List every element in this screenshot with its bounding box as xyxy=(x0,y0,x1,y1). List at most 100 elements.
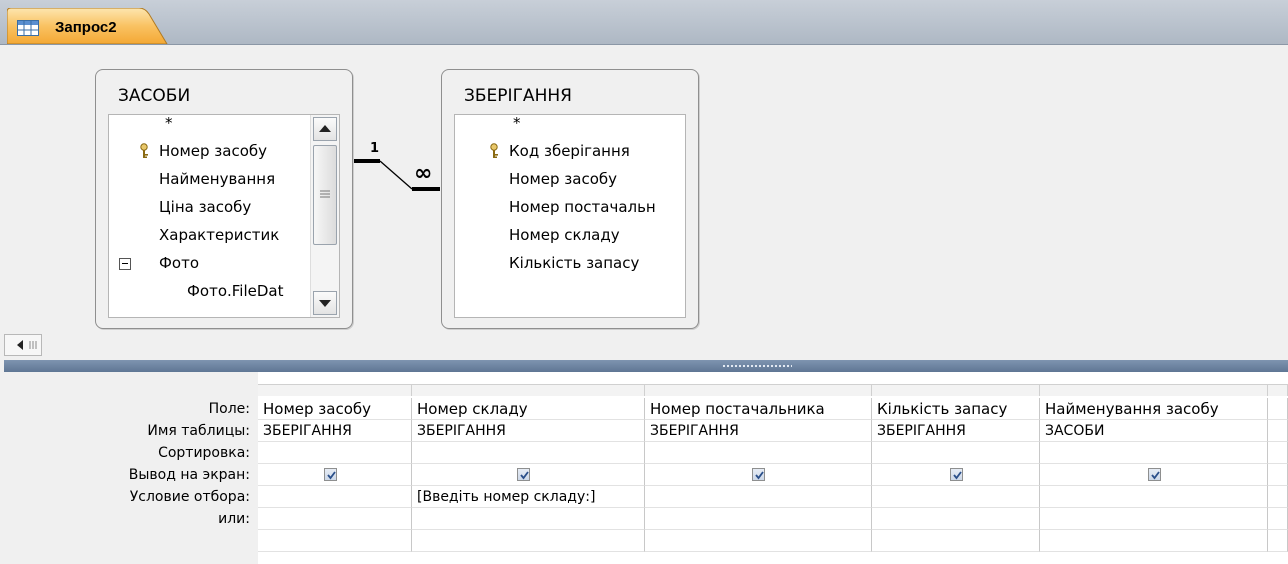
show-checkbox[interactable] xyxy=(752,468,765,481)
grid-cell-show[interactable] xyxy=(645,464,872,486)
grid-cell-field[interactable]: Номер засобу xyxy=(258,398,412,420)
field-item[interactable]: Характеристик xyxy=(159,221,279,249)
field-list-zasobi[interactable]: ЗАСОБИ * Номер засобу Найменування Ціна … xyxy=(95,69,353,329)
grid-cell-show[interactable] xyxy=(872,464,1040,486)
field-list-scrollbar[interactable] xyxy=(310,115,339,317)
arrow-up-icon xyxy=(319,125,331,132)
scroll-up-button[interactable] xyxy=(313,117,337,141)
grid-cell-or[interactable] xyxy=(258,508,412,530)
column-selector[interactable] xyxy=(645,384,872,396)
row-label-field: Поле: xyxy=(208,401,250,417)
row-label-table: Имя таблицы: xyxy=(147,423,250,439)
row-label-show: Вывод на экран: xyxy=(128,467,250,483)
field-list-title[interactable]: ЗАСОБИ xyxy=(118,86,190,106)
show-checkbox[interactable] xyxy=(324,468,337,481)
field-item[interactable]: Номер складу xyxy=(509,221,620,249)
scroll-thumb[interactable] xyxy=(313,145,337,245)
grid-cell-show[interactable] xyxy=(1040,464,1268,486)
design-pane-hscroll[interactable] xyxy=(4,334,42,356)
field-item-all[interactable]: * xyxy=(165,115,173,137)
field-item[interactable]: Найменування xyxy=(159,165,275,193)
row-label-or: или: xyxy=(218,511,250,527)
field-item-all[interactable]: * xyxy=(513,115,521,137)
grid-cell-or[interactable] xyxy=(412,508,645,530)
grid-cell-sort[interactable] xyxy=(1268,442,1288,464)
grid-cell-table[interactable] xyxy=(1268,420,1288,442)
grid-cell-sort[interactable] xyxy=(1040,442,1268,464)
field-item-subfield[interactable]: Фото.FileDat xyxy=(187,277,284,305)
grid-cell-table[interactable]: ЗБЕРІГАННЯ xyxy=(412,420,645,442)
scroll-down-button[interactable] xyxy=(313,291,337,315)
checkmark-icon xyxy=(327,471,336,480)
row-label-criteria: Условие отбора: xyxy=(129,489,250,505)
grid-cell-criteria[interactable]: [Введіть номер складу:] xyxy=(412,486,645,508)
collapse-toggle[interactable] xyxy=(119,258,131,270)
field-item[interactable]: Кількість запасу xyxy=(509,249,639,277)
arrow-left-icon[interactable] xyxy=(5,335,41,355)
grid-cell-or[interactable] xyxy=(645,508,872,530)
grid-cell-or[interactable] xyxy=(872,508,1040,530)
grid-cell-show[interactable] xyxy=(258,464,412,486)
column-selector[interactable] xyxy=(872,384,1040,396)
grid-cell-field[interactable]: Номер постачальника xyxy=(645,398,872,420)
grid-cell-empty[interactable] xyxy=(1268,530,1288,552)
grid-cell-criteria[interactable] xyxy=(258,486,412,508)
query-design-grid[interactable]: Поле: Имя таблицы: Сортировка: Вывод на … xyxy=(4,372,1288,564)
show-checkbox[interactable] xyxy=(1148,468,1161,481)
field-item[interactable]: Номер засобу xyxy=(509,165,617,193)
field-list-title[interactable]: ЗБЕРІГАННЯ xyxy=(464,86,572,106)
column-selector[interactable] xyxy=(258,384,412,396)
column-selector[interactable] xyxy=(1040,384,1268,396)
splitter-grip[interactable] xyxy=(722,364,792,368)
column-selector[interactable] xyxy=(1268,384,1288,396)
column-selector[interactable] xyxy=(412,384,645,396)
grid-cell-show[interactable] xyxy=(1268,464,1288,486)
field-item-attachment[interactable]: Фото xyxy=(109,249,309,277)
grid-cell-empty[interactable] xyxy=(412,530,645,552)
field-item-label: Фото xyxy=(159,254,200,272)
grid-cell-or[interactable] xyxy=(1040,508,1268,530)
checkmark-icon xyxy=(1151,471,1160,480)
grid-cell-sort[interactable] xyxy=(645,442,872,464)
relationship-many-label: ∞ xyxy=(414,161,433,186)
grid-cell-empty[interactable] xyxy=(872,530,1040,552)
field-item-label: Номер засобу xyxy=(159,142,268,160)
grid-cell-sort[interactable] xyxy=(872,442,1040,464)
query-tab[interactable]: Запрос2 xyxy=(7,8,169,44)
primary-key-icon xyxy=(140,143,148,158)
field-item[interactable]: Номер постачальн xyxy=(509,193,656,221)
field-item[interactable]: Ціна засобу xyxy=(159,193,251,221)
grid-cell-field[interactable]: Номер складу xyxy=(412,398,645,420)
grid-cell-table[interactable]: ЗБЕРІГАННЯ xyxy=(872,420,1040,442)
grid-cell-sort[interactable] xyxy=(412,442,645,464)
grid-cell-criteria[interactable] xyxy=(1268,486,1288,508)
field-list-body[interactable]: * Код зберігання Номер засобу Номер пост… xyxy=(454,114,686,318)
table-design-pane[interactable]: ЗАСОБИ * Номер засобу Найменування Ціна … xyxy=(4,45,1288,333)
grid-cell-field[interactable]: Кількість запасу xyxy=(872,398,1040,420)
grid-cell-field[interactable]: Найменування засобу xyxy=(1040,398,1268,420)
grid-cell-table[interactable]: ЗАСОБИ xyxy=(1040,420,1268,442)
grid-cell-table[interactable]: ЗБЕРІГАННЯ xyxy=(645,420,872,442)
grid-cell-show[interactable] xyxy=(412,464,645,486)
grid-cell-criteria[interactable] xyxy=(872,486,1040,508)
field-item-label: Код зберігання xyxy=(509,142,630,160)
show-checkbox[interactable] xyxy=(950,468,963,481)
relationship-one-label: 1 xyxy=(370,141,380,156)
grid-cell-sort[interactable] xyxy=(258,442,412,464)
grid-cell-empty[interactable] xyxy=(1040,530,1268,552)
checkmark-icon xyxy=(953,471,962,480)
grid-cell-empty[interactable] xyxy=(258,530,412,552)
grid-cell-empty[interactable] xyxy=(645,530,872,552)
grid-cell-criteria[interactable] xyxy=(1040,486,1268,508)
grid-cell-field[interactable] xyxy=(1268,398,1288,420)
pane-splitter[interactable] xyxy=(4,360,1288,372)
document-tab-strip: Запрос2 xyxy=(0,0,1288,45)
grid-cell-criteria[interactable] xyxy=(645,486,872,508)
field-list-zberigannya[interactable]: ЗБЕРІГАННЯ * Код зберігання Номер засобу… xyxy=(441,69,699,329)
grid-cell-table[interactable]: ЗБЕРІГАННЯ xyxy=(258,420,412,442)
field-list-body[interactable]: * Номер засобу Найменування Ціна засобу … xyxy=(108,114,340,318)
show-checkbox[interactable] xyxy=(517,468,530,481)
query-grid-icon xyxy=(17,20,39,36)
checkmark-icon xyxy=(520,471,529,480)
grid-cell-or[interactable] xyxy=(1268,508,1288,530)
